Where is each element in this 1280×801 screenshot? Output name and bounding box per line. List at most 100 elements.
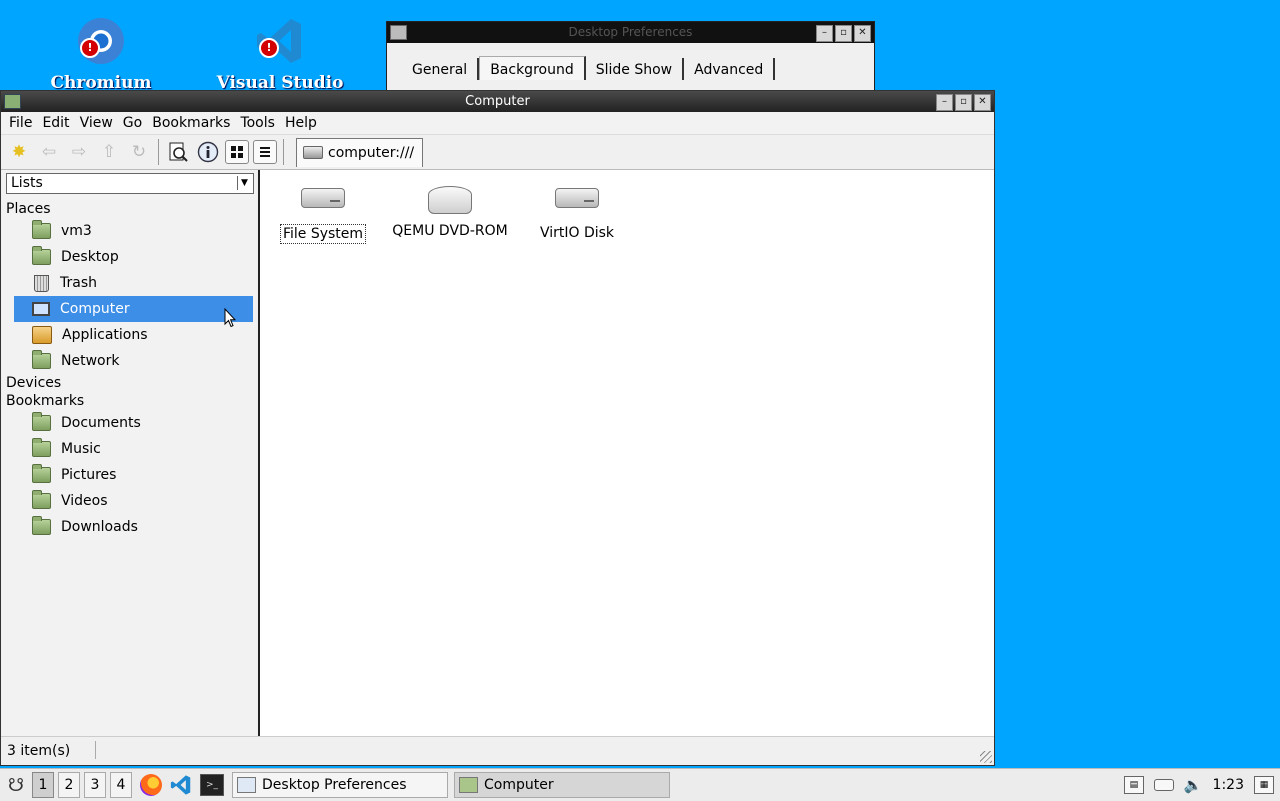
clock[interactable]: 1:23 (1213, 777, 1244, 793)
back-button[interactable]: ⇦ (36, 139, 62, 165)
desktop-icon-chromium[interactable]: ! Chromium (26, 0, 176, 93)
vscode-icon (170, 775, 191, 795)
icon-view-button[interactable] (225, 140, 249, 164)
list-view-button[interactable] (253, 140, 277, 164)
menu-view[interactable]: View (75, 115, 118, 131)
folder-window-icon (4, 94, 21, 109)
window-title: Computer (465, 94, 530, 109)
sidebar-item-pictures[interactable]: Pictures (14, 462, 253, 488)
sidebar-mode-value: Lists (11, 175, 43, 191)
warning-badge-icon: ! (80, 38, 100, 58)
menu-edit[interactable]: Edit (37, 115, 74, 131)
desktop-icon-visual-studio[interactable]: ! Visual Studio (205, 0, 355, 93)
desktop-folder-icon (32, 246, 51, 265)
menu-bar: File Edit View Go Bookmarks Tools Help (1, 112, 994, 134)
sidebar: Lists ▼ Places vm3 Desktop Trash Compute… (2, 170, 257, 737)
sidebar-item-label: Trash (60, 275, 97, 291)
computer-window[interactable]: Computer – ▫ ✕ File Edit View Go Bookmar… (0, 90, 995, 766)
sidebar-mode-select[interactable]: Lists ▼ (6, 173, 254, 194)
sidebar-item-label: Desktop (61, 249, 119, 265)
sidebar-item-label: Pictures (61, 467, 117, 483)
sidebar-item-vm3[interactable]: vm3 (14, 218, 253, 244)
grid-icon (231, 146, 243, 158)
bookmarks-header: Bookmarks (6, 393, 85, 409)
firefox-icon[interactable] (140, 774, 162, 796)
task-desktop-preferences[interactable]: Desktop Preferences (232, 772, 448, 798)
sidebar-item-applications[interactable]: Applications (14, 322, 253, 348)
sidebar-item-documents[interactable]: Documents (14, 410, 253, 436)
reload-button[interactable]: ↻ (126, 139, 152, 165)
minimize-button[interactable]: – (816, 25, 833, 42)
new-tab-button[interactable]: ✸ (6, 139, 32, 165)
file-view[interactable]: File System QEMU DVD-ROM VirtIO Disk (258, 170, 994, 737)
documents-folder-icon (32, 412, 51, 431)
home-folder-icon (32, 220, 51, 239)
close-button[interactable]: ✕ (974, 94, 991, 111)
info-button[interactable] (195, 139, 221, 165)
volume-icon[interactable]: 🔈 (1184, 776, 1203, 794)
workspace-2[interactable]: 2 (58, 772, 80, 798)
drive-virtio-disk[interactable]: VirtIO Disk (517, 180, 637, 242)
hard-drive-icon (303, 146, 323, 159)
tab-general[interactable]: General (402, 58, 480, 80)
tab-slide-show[interactable]: Slide Show (586, 58, 685, 80)
workspace-1[interactable]: 1 (32, 772, 54, 798)
title-bar[interactable]: Desktop Preferences – ▫ ✕ (387, 22, 874, 43)
chevron-down-icon: ▼ (237, 176, 251, 190)
hard-drive-icon (555, 188, 599, 208)
show-desktop-icon[interactable]: ▦ (1254, 776, 1274, 794)
maximize-button[interactable]: ▫ (955, 94, 972, 111)
up-button[interactable]: ⇧ (96, 139, 122, 165)
drive-file-system[interactable]: File System (263, 180, 383, 244)
workspace-4[interactable]: 4 (110, 772, 132, 798)
sidebar-item-music[interactable]: Music (14, 436, 253, 462)
find-button[interactable] (165, 139, 191, 165)
sidebar-item-label: Network (61, 353, 120, 369)
window-icon (390, 25, 407, 40)
sidebar-item-desktop[interactable]: Desktop (14, 244, 253, 270)
drive-label: VirtIO Disk (539, 225, 615, 241)
task-computer[interactable]: Computer (454, 772, 670, 798)
resize-grip[interactable] (980, 751, 992, 763)
tab-background[interactable]: Background (479, 56, 586, 80)
sidebar-item-downloads[interactable]: Downloads (14, 514, 253, 540)
menu-tools[interactable]: Tools (235, 115, 280, 131)
maximize-button[interactable]: ▫ (835, 25, 852, 42)
minimize-button[interactable]: – (936, 94, 953, 111)
keyboard-layout-icon[interactable]: ▤ (1123, 776, 1144, 794)
warning-badge-icon: ! (259, 38, 279, 58)
pictures-folder-icon (32, 464, 51, 483)
drive-tray-icon[interactable] (1153, 779, 1174, 791)
forward-button[interactable]: ⇨ (66, 139, 92, 165)
start-menu-icon[interactable]: ☋ (4, 775, 28, 796)
terminal-icon[interactable]: >_ (200, 774, 224, 796)
window-title: Desktop Preferences (568, 25, 693, 39)
menu-file[interactable]: File (4, 115, 37, 131)
vscode-launcher[interactable] (170, 774, 192, 796)
sidebar-item-videos[interactable]: Videos (14, 488, 253, 514)
sidebar-item-label: Computer (60, 301, 130, 317)
sidebar-item-trash[interactable]: Trash (14, 270, 253, 296)
sidebar-item-label: vm3 (61, 223, 92, 239)
mouse-cursor-icon (224, 308, 236, 328)
menu-help[interactable]: Help (280, 115, 322, 131)
menu-go[interactable]: Go (118, 115, 147, 131)
sidebar-item-computer[interactable]: Computer (14, 296, 253, 322)
sidebar-item-label: Music (61, 441, 101, 457)
status-bar: 3 item(s) (1, 736, 994, 765)
toolbar-separator (158, 139, 159, 165)
tab-advanced[interactable]: Advanced (684, 58, 776, 80)
location-bar[interactable]: computer:/// (296, 137, 424, 167)
sidebar-item-network[interactable]: Network (14, 348, 253, 374)
list-icon (260, 147, 270, 157)
window-icon (237, 777, 256, 793)
sidebar-item-label: Videos (61, 493, 108, 509)
workspace-3[interactable]: 3 (84, 772, 106, 798)
network-folder-icon (32, 350, 51, 369)
menu-bookmarks[interactable]: Bookmarks (147, 115, 235, 131)
drive-label: QEMU DVD-ROM (392, 223, 508, 239)
music-folder-icon (32, 438, 51, 457)
title-bar[interactable]: Computer – ▫ ✕ (1, 91, 994, 112)
close-button[interactable]: ✕ (854, 25, 871, 42)
drive-qemu-dvd-rom[interactable]: QEMU DVD-ROM (390, 180, 510, 240)
